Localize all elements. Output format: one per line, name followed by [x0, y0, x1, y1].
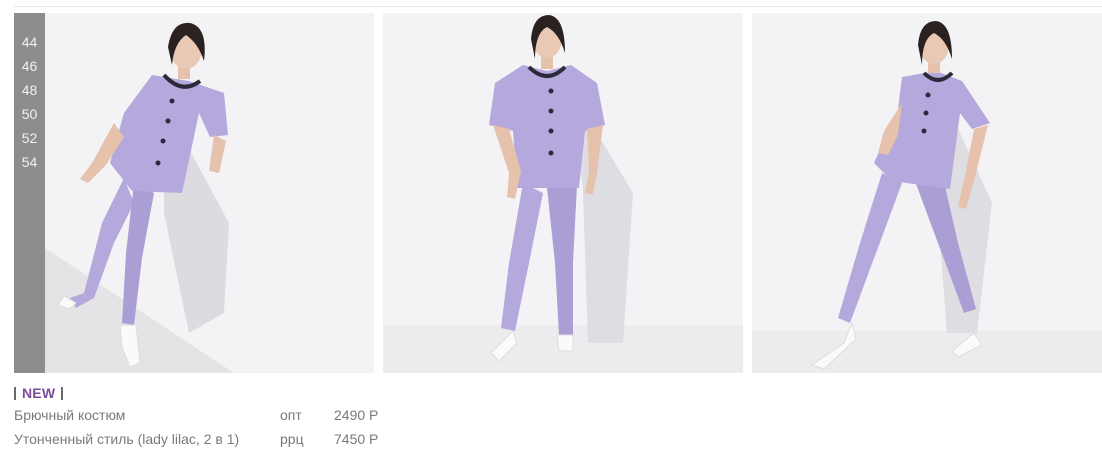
- size-option[interactable]: 54: [14, 150, 45, 174]
- new-badge: NEW: [14, 383, 394, 403]
- product-info: NEW Брючный костюм опт 2490 Р Утонченный…: [14, 383, 394, 451]
- product-row-2: Утонченный стиль (lady lilac, 2 в 1) ррц…: [14, 427, 394, 451]
- product-name[interactable]: Брючный костюм: [14, 403, 125, 427]
- wholesale-price-label: опт: [280, 407, 302, 423]
- model-figure-2: [383, 15, 743, 373]
- model-figure-1: [45, 22, 234, 373]
- size-option[interactable]: 52: [14, 126, 45, 150]
- size-option[interactable]: 44: [14, 30, 45, 54]
- retail-price: 7450 Р: [334, 431, 379, 447]
- top-divider: [14, 6, 1102, 7]
- size-option[interactable]: 50: [14, 102, 45, 126]
- model-figure-3: [752, 21, 1102, 373]
- retail-price-label: ррц: [280, 431, 304, 447]
- badge-bar-right: [61, 386, 64, 400]
- size-option[interactable]: 48: [14, 78, 45, 102]
- size-list: 44 46 48 50 52 54: [14, 13, 45, 373]
- product-photo-1[interactable]: 44 46 48 50 52 54: [14, 13, 374, 373]
- product-row-1: Брючный костюм опт 2490 Р: [14, 403, 394, 427]
- size-option[interactable]: 46: [14, 54, 45, 78]
- new-badge-label: NEW: [22, 385, 56, 401]
- product-style[interactable]: Утонченный стиль (lady lilac, 2 в 1): [14, 427, 239, 451]
- product-photo-2[interactable]: [383, 13, 743, 373]
- wholesale-price: 2490 Р: [334, 407, 379, 423]
- product-photo-3[interactable]: [752, 13, 1102, 373]
